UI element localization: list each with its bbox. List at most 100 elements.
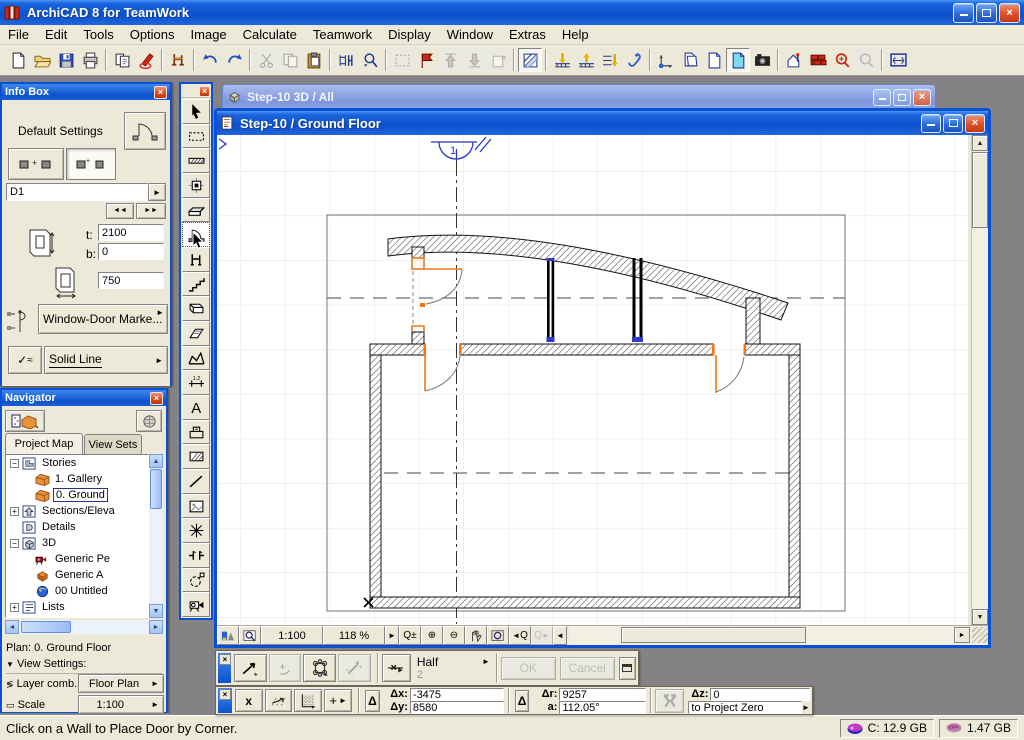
relative-construction-button[interactable] xyxy=(233,654,267,682)
scroll-right-button[interactable]: ► xyxy=(954,627,970,643)
stair-tool-button[interactable] xyxy=(182,271,210,297)
vertical-scroll-thumb[interactable] xyxy=(972,152,988,228)
element-settings-button[interactable] xyxy=(486,48,510,72)
front-minimize-button[interactable] xyxy=(921,113,941,133)
door-placement-center-button[interactable]: + xyxy=(66,148,116,180)
cancel-button[interactable]: Cancel xyxy=(559,656,615,680)
place-object-button[interactable] xyxy=(782,48,806,72)
snap-fraction-display[interactable]: Half 2 ► xyxy=(413,655,492,681)
snap-points-button[interactable] xyxy=(303,654,336,682)
go-up-a-story-button[interactable] xyxy=(574,48,598,72)
scale-button[interactable]: 1:100 xyxy=(261,626,323,645)
z-reference-field[interactable]: to Project Zero xyxy=(688,700,803,714)
front-window-titlebar[interactable]: Step-10 / Ground Floor × xyxy=(217,111,988,135)
publisher-button[interactable] xyxy=(110,48,134,72)
camera-tool-button[interactable] xyxy=(182,592,210,618)
tab-view-sets[interactable]: View Sets xyxy=(84,434,142,454)
line-type-button[interactable]: Solid Line ► xyxy=(44,346,168,374)
coordinate-plus-button[interactable]: + ► xyxy=(324,689,353,712)
copy-picture-button[interactable] xyxy=(678,48,702,72)
relative-xy-toggle[interactable]: Δ xyxy=(365,689,380,712)
toolbox-close-button[interactable]: × xyxy=(199,85,210,97)
menu-tools[interactable]: Tools xyxy=(75,25,121,45)
tree-plus-expander[interactable]: + xyxy=(10,506,19,516)
zoom-back-button[interactable] xyxy=(854,48,878,72)
publisher-globe-button[interactable] xyxy=(136,410,162,432)
copy-button[interactable] xyxy=(278,48,302,72)
a-field[interactable]: 112.05° xyxy=(559,700,646,714)
wall-accessories-button[interactable] xyxy=(518,48,542,72)
menu-file[interactable]: File xyxy=(0,25,37,45)
tree-plus-expander[interactable]: + xyxy=(10,602,19,612)
control-box-shrink-button[interactable] xyxy=(618,656,636,680)
window-door-marker-button[interactable]: Window-Door Marke... ► xyxy=(38,304,168,334)
zoom-menu-button[interactable]: ► xyxy=(385,626,399,645)
redo-button[interactable] xyxy=(222,48,246,72)
text-tool-button[interactable]: A xyxy=(182,395,210,420)
find-select-button[interactable] xyxy=(358,48,382,72)
navigator-close-button[interactable]: × xyxy=(150,391,163,405)
dz-field[interactable]: 0 xyxy=(710,687,810,701)
dimension-tool-button[interactable]: 1.2 xyxy=(182,370,210,396)
relative-ra-toggle[interactable]: Δ xyxy=(514,689,530,712)
menu-help[interactable]: Help xyxy=(554,25,597,45)
add-point-button[interactable]: + xyxy=(268,654,302,682)
back-maximize-button[interactable] xyxy=(893,88,911,106)
tree-item-3d[interactable]: − 3D xyxy=(6,535,148,551)
skewed-grid-button[interactable] xyxy=(264,689,293,712)
mesh-tool-button[interactable] xyxy=(182,345,210,371)
marquee-tool-button[interactable] xyxy=(182,123,210,149)
tree-item-0-ground[interactable]: 0. Ground xyxy=(6,487,148,503)
dr-field[interactable]: 9257 xyxy=(559,687,646,701)
door-settings-button[interactable] xyxy=(124,112,166,150)
dimensions-button[interactable] xyxy=(334,48,358,72)
dx-field[interactable]: -3475 xyxy=(409,687,504,701)
door-placement-side-button[interactable]: + xyxy=(8,148,64,180)
window-3d-all-titlebar[interactable]: Step-10 3D / All × xyxy=(222,84,936,110)
menu-image[interactable]: Image xyxy=(183,25,235,45)
previous-item-button[interactable]: ◄◄ xyxy=(106,203,134,219)
back-minimize-button[interactable] xyxy=(873,88,891,106)
wall-tool-button[interactable] xyxy=(182,148,210,174)
horizontal-scroll-thumb[interactable] xyxy=(620,627,806,643)
coordinate-box-handle[interactable]: × xyxy=(218,688,232,713)
tree-item-generic-a[interactable]: Generic A xyxy=(6,567,148,583)
dy-field[interactable]: 8580 xyxy=(409,700,504,714)
coordinate-box-close-button[interactable]: × xyxy=(219,689,231,700)
zoom-percent-button[interactable]: 118 % xyxy=(323,626,385,645)
photo-render-button[interactable] xyxy=(750,48,774,72)
zoom-in-button[interactable]: ⊕ xyxy=(421,626,443,645)
slab-tool-button[interactable] xyxy=(182,296,210,322)
layer-comb-button[interactable]: Floor Plan ► xyxy=(78,674,164,693)
tree-minus-expander[interactable]: − xyxy=(10,458,19,468)
library-item-field[interactable]: D1 xyxy=(6,183,148,201)
scale-button-nav[interactable]: 1:100 ► xyxy=(78,695,164,714)
undo-button[interactable] xyxy=(198,48,222,72)
fit-in-window-button[interactable] xyxy=(886,48,910,72)
arrow-tool-button[interactable] xyxy=(182,99,210,124)
cut-button[interactable] xyxy=(254,48,278,72)
open-button[interactable] xyxy=(30,48,54,72)
tab-project-map[interactable]: Project Map xyxy=(5,433,83,454)
find-zoom-button[interactable] xyxy=(830,48,854,72)
previous-zoom-button[interactable]: ◄ Q xyxy=(509,626,531,645)
toolbox-titlebar[interactable]: × xyxy=(181,84,211,98)
zoom-out-button[interactable]: ⊖ xyxy=(443,626,465,645)
menu-window[interactable]: Window xyxy=(439,25,501,45)
b-field[interactable]: 0 xyxy=(98,243,164,260)
menu-teamwork[interactable]: Teamwork xyxy=(305,25,380,45)
figure-tool-button[interactable] xyxy=(182,493,210,519)
new-document-button[interactable] xyxy=(6,48,30,72)
menu-extras[interactable]: Extras xyxy=(501,25,554,45)
view-settings-toggle[interactable]: ▼ View Settings: xyxy=(6,658,162,674)
tree-item-generic-pe[interactable]: Generic Pe xyxy=(6,551,148,567)
roof-tool-button[interactable] xyxy=(182,321,210,346)
line-toggle-button[interactable]: ✓ ≈ xyxy=(8,346,42,374)
teamwork-button[interactable] xyxy=(166,48,190,72)
detail-tool-button[interactable] xyxy=(182,567,210,593)
floor-plan-canvas[interactable]: 1 xyxy=(217,135,968,625)
print-button[interactable] xyxy=(78,48,102,72)
zoom-plus-minus-button[interactable]: Q± xyxy=(399,626,421,645)
scroll-down-button[interactable]: ▼ xyxy=(972,609,988,625)
menu-calculate[interactable]: Calculate xyxy=(235,25,305,45)
